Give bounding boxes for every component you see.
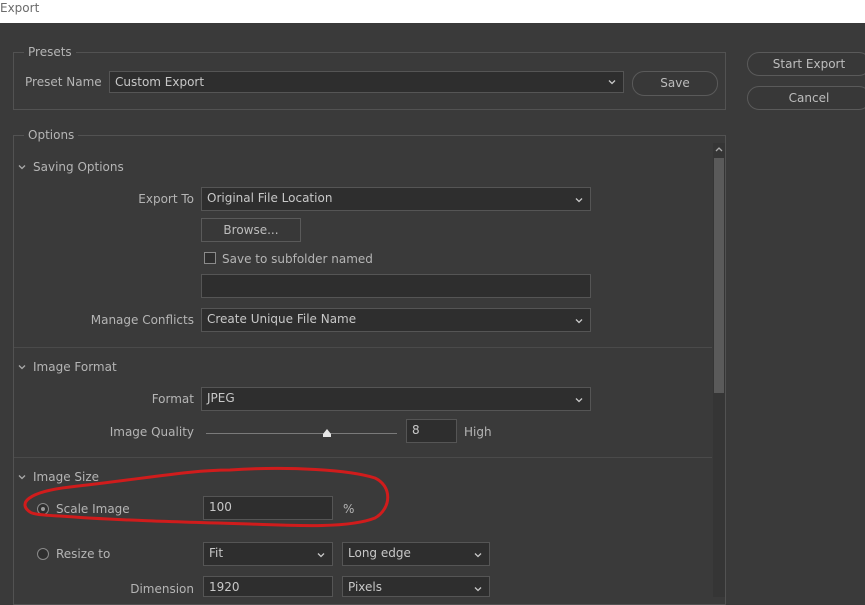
export-to-dropdown[interactable]: Original File Location <box>201 187 591 211</box>
export-to-label: Export To <box>138 192 194 206</box>
start-export-button[interactable]: Start Export <box>747 52 865 76</box>
subfolder-name-input[interactable] <box>201 274 591 298</box>
subfolder-checkbox[interactable] <box>204 252 216 264</box>
resize-to-radio[interactable] <box>37 548 49 560</box>
image-format-header[interactable]: Image Format <box>33 360 117 374</box>
scale-image-label: Scale Image <box>56 502 130 516</box>
chevron-down-icon[interactable] <box>17 472 27 482</box>
resize-edge-dropdown[interactable]: Long edge <box>342 542 490 566</box>
manage-conflicts-label: Manage Conflicts <box>90 313 194 327</box>
cancel-button[interactable]: Cancel <box>747 86 865 110</box>
export-to-value: Original File Location <box>207 191 333 205</box>
image-size-header[interactable]: Image Size <box>33 470 99 484</box>
image-quality-label: Image Quality <box>109 425 194 439</box>
chevron-down-icon <box>608 80 616 85</box>
window-title: Export <box>0 1 40 15</box>
manage-conflicts-value: Create Unique File Name <box>207 312 357 326</box>
save-preset-button[interactable]: Save <box>632 71 718 96</box>
format-label: Format <box>151 392 194 406</box>
slider-track <box>206 433 397 434</box>
scrollbar-thumb[interactable] <box>714 158 724 393</box>
saving-options-header[interactable]: Saving Options <box>33 160 124 174</box>
scale-percent-input[interactable]: 100 <box>203 496 333 520</box>
subfolder-label: Save to subfolder named <box>222 252 373 266</box>
section-divider <box>14 457 712 458</box>
scroll-up-arrow-icon[interactable] <box>713 143 725 155</box>
preset-name-dropdown[interactable]: Custom Export <box>109 71 624 93</box>
manage-conflicts-dropdown[interactable]: Create Unique File Name <box>201 308 591 332</box>
options-legend: Options <box>24 128 79 142</box>
image-quality-slider[interactable] <box>206 426 397 440</box>
preset-name-value: Custom Export <box>115 75 205 89</box>
scale-unit: % <box>343 502 355 516</box>
chevron-down-icon <box>474 587 482 592</box>
chevron-down-icon <box>575 319 583 324</box>
slider-thumb[interactable] <box>323 429 331 437</box>
resize-edge-value: Long edge <box>348 546 411 560</box>
chevron-down-icon[interactable] <box>17 162 27 172</box>
chevron-down-icon <box>474 553 482 558</box>
format-dropdown[interactable]: JPEG <box>201 387 591 411</box>
dimension-input[interactable]: 1920 <box>203 576 333 597</box>
resize-to-label: Resize to <box>56 547 111 561</box>
dimension-label: Dimension <box>130 582 194 596</box>
format-value: JPEG <box>207 391 235 405</box>
image-quality-input[interactable]: 8 <box>406 419 457 443</box>
chevron-down-icon <box>575 198 583 203</box>
image-quality-level: High <box>464 425 492 439</box>
section-divider <box>14 347 712 348</box>
chevron-down-icon[interactable] <box>17 362 27 372</box>
chevron-down-icon <box>575 398 583 403</box>
options-scrollbar[interactable] <box>713 143 725 597</box>
dimension-unit-dropdown[interactable]: Pixels <box>342 576 490 597</box>
dimension-unit-value: Pixels <box>348 580 383 594</box>
title-bar: Export <box>0 0 865 23</box>
presets-legend: Presets <box>24 45 76 59</box>
browse-button[interactable]: Browse... <box>201 218 301 242</box>
resize-mode-dropdown[interactable]: Fit <box>203 542 333 566</box>
chevron-down-icon <box>317 553 325 558</box>
preset-name-label: Preset Name <box>25 75 102 89</box>
resize-mode-value: Fit <box>209 546 224 560</box>
scale-image-radio[interactable] <box>37 503 49 515</box>
